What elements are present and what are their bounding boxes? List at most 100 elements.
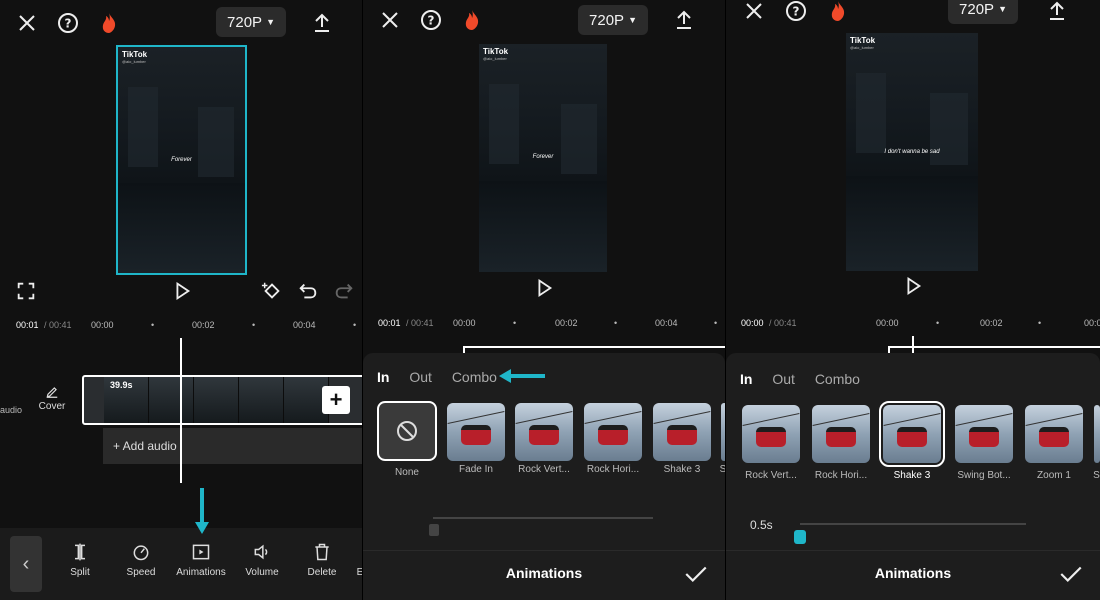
animation-partial[interactable] xyxy=(1094,405,1100,463)
video-street xyxy=(479,180,607,272)
video-clip[interactable]: 39.9s xyxy=(82,375,362,425)
tab-in[interactable]: In xyxy=(377,369,389,385)
cable xyxy=(447,410,505,425)
time-current: 00:01 xyxy=(378,318,401,328)
edit-icon xyxy=(46,387,58,398)
tool-split[interactable]: Split xyxy=(50,542,110,578)
animation-rock-vertical[interactable] xyxy=(742,405,800,463)
undo-icon[interactable] xyxy=(296,279,320,303)
tick-dot: • xyxy=(151,320,155,330)
resolution-dropdown[interactable]: 720P ▼ xyxy=(216,7,286,37)
resolution-dropdown[interactable]: 720P ▼ xyxy=(578,5,648,35)
tick-label: 00:00 xyxy=(453,318,476,328)
tool-animations[interactable]: Animations xyxy=(171,542,231,578)
animation-zoom-1[interactable] xyxy=(1025,405,1083,463)
play-icon[interactable] xyxy=(532,276,556,300)
animation-rock-vertical[interactable] xyxy=(515,403,573,461)
back-button[interactable]: ‹ xyxy=(10,536,42,592)
redo-icon[interactable] xyxy=(332,279,356,303)
playhead[interactable] xyxy=(180,338,182,483)
tool-label: E xyxy=(356,567,362,578)
tab-out[interactable]: Out xyxy=(409,369,432,385)
gondola xyxy=(756,427,786,447)
close-icon[interactable] xyxy=(14,10,40,36)
video-handle: @aio_lumber xyxy=(122,59,146,64)
animation-label: Rock Hori... xyxy=(586,464,640,475)
fullscreen-icon[interactable] xyxy=(14,279,38,303)
animation-label: Shake 3 xyxy=(893,470,931,481)
help-icon[interactable]: ? xyxy=(783,0,809,24)
check-icon[interactable] xyxy=(1058,561,1084,587)
animation-shake-3[interactable] xyxy=(653,403,711,461)
help-icon[interactable]: ? xyxy=(55,10,81,36)
animation-none[interactable] xyxy=(377,401,437,461)
animation-shake-3[interactable] xyxy=(879,401,945,467)
duration-slider-thumb[interactable] xyxy=(794,530,806,544)
close-icon[interactable] xyxy=(741,0,767,24)
keyframe-icon[interactable] xyxy=(260,279,284,303)
close-icon[interactable] xyxy=(377,7,403,33)
audio-track-label: audio xyxy=(0,405,23,415)
export-icon[interactable] xyxy=(671,7,697,33)
export-icon[interactable] xyxy=(309,10,335,36)
animations-sheet: In Out Combo Rock Vert... Rock Hori... S… xyxy=(726,353,1100,600)
tab-out[interactable]: Out xyxy=(772,371,795,387)
duration-slider-track[interactable] xyxy=(800,523,1026,525)
tab-combo[interactable]: Combo xyxy=(452,369,497,385)
check-icon[interactable] xyxy=(683,561,709,587)
animation-rock-horizontal[interactable] xyxy=(812,405,870,463)
duration-slider-thumb[interactable] xyxy=(429,524,439,536)
animation-rock-horizontal[interactable] xyxy=(584,403,642,461)
flame-icon[interactable] xyxy=(825,0,851,24)
cover-button[interactable]: Cover xyxy=(30,385,74,412)
tick-label: 00:00 xyxy=(876,318,899,328)
delete-icon xyxy=(315,543,329,561)
animation-fade-in[interactable] xyxy=(447,403,505,461)
tab-combo[interactable]: Combo xyxy=(815,371,860,387)
add-audio-button[interactable]: + Add audio xyxy=(103,428,362,464)
video-preview[interactable]: TikTok @aio_lumber I don't wanna be sad xyxy=(846,33,978,271)
animation-label: Rock Vert... xyxy=(518,464,570,475)
gondola xyxy=(1039,427,1069,447)
flame-icon[interactable] xyxy=(96,10,122,36)
animation-partial[interactable] xyxy=(721,403,725,461)
animation-label: None xyxy=(395,467,419,478)
gondola xyxy=(667,425,697,445)
editor-panel-animations-selected: ? 720P ▼ TikTok @aio_lumber I don't wanna… xyxy=(726,0,1100,600)
speed-icon xyxy=(133,545,149,561)
tool-label: Animations xyxy=(176,567,226,578)
time-current: 00:00 xyxy=(741,318,764,328)
play-icon[interactable] xyxy=(170,279,194,303)
tool-volume[interactable]: Volume xyxy=(232,542,292,578)
animation-swing-bottom[interactable] xyxy=(955,405,1013,463)
sheet-title: Animations xyxy=(505,565,583,581)
tab-in[interactable]: In xyxy=(740,371,752,387)
animation-label: Rock Hori... xyxy=(814,470,868,481)
resolution-label: 720P xyxy=(959,0,995,18)
tool-delete[interactable]: Delete xyxy=(292,542,352,578)
video-preview[interactable]: TikTok @aio_lumber Forever xyxy=(479,44,607,272)
animation-label: Zoom 1 xyxy=(1037,470,1071,481)
play-icon[interactable] xyxy=(901,274,925,298)
caret-down-icon: ▼ xyxy=(266,17,275,27)
add-clip-button[interactable]: + xyxy=(322,386,350,414)
tool-more[interactable]: E xyxy=(350,542,362,578)
video-building xyxy=(856,73,886,153)
tool-speed[interactable]: Speed xyxy=(111,542,171,578)
highlight-arrow-icon xyxy=(499,369,545,383)
video-preview[interactable]: TikTok @aio_lumber Forever xyxy=(116,45,247,275)
time-total: / 00:41 xyxy=(406,318,434,328)
export-icon[interactable] xyxy=(1044,0,1070,24)
tick-label: 00:02 xyxy=(555,318,578,328)
video-building xyxy=(561,104,597,174)
resolution-dropdown[interactable]: 720P ▼ xyxy=(948,0,1018,24)
tick-dot: • xyxy=(1038,318,1042,328)
help-icon[interactable]: ? xyxy=(418,7,444,33)
cable xyxy=(515,410,573,425)
animation-label: S xyxy=(719,464,725,475)
flame-icon[interactable] xyxy=(459,7,485,33)
volume-icon xyxy=(254,544,268,560)
duration-slider-track[interactable] xyxy=(433,517,653,519)
tick-label: 00:00 xyxy=(91,320,114,330)
animation-label: Rock Vert... xyxy=(745,470,797,481)
